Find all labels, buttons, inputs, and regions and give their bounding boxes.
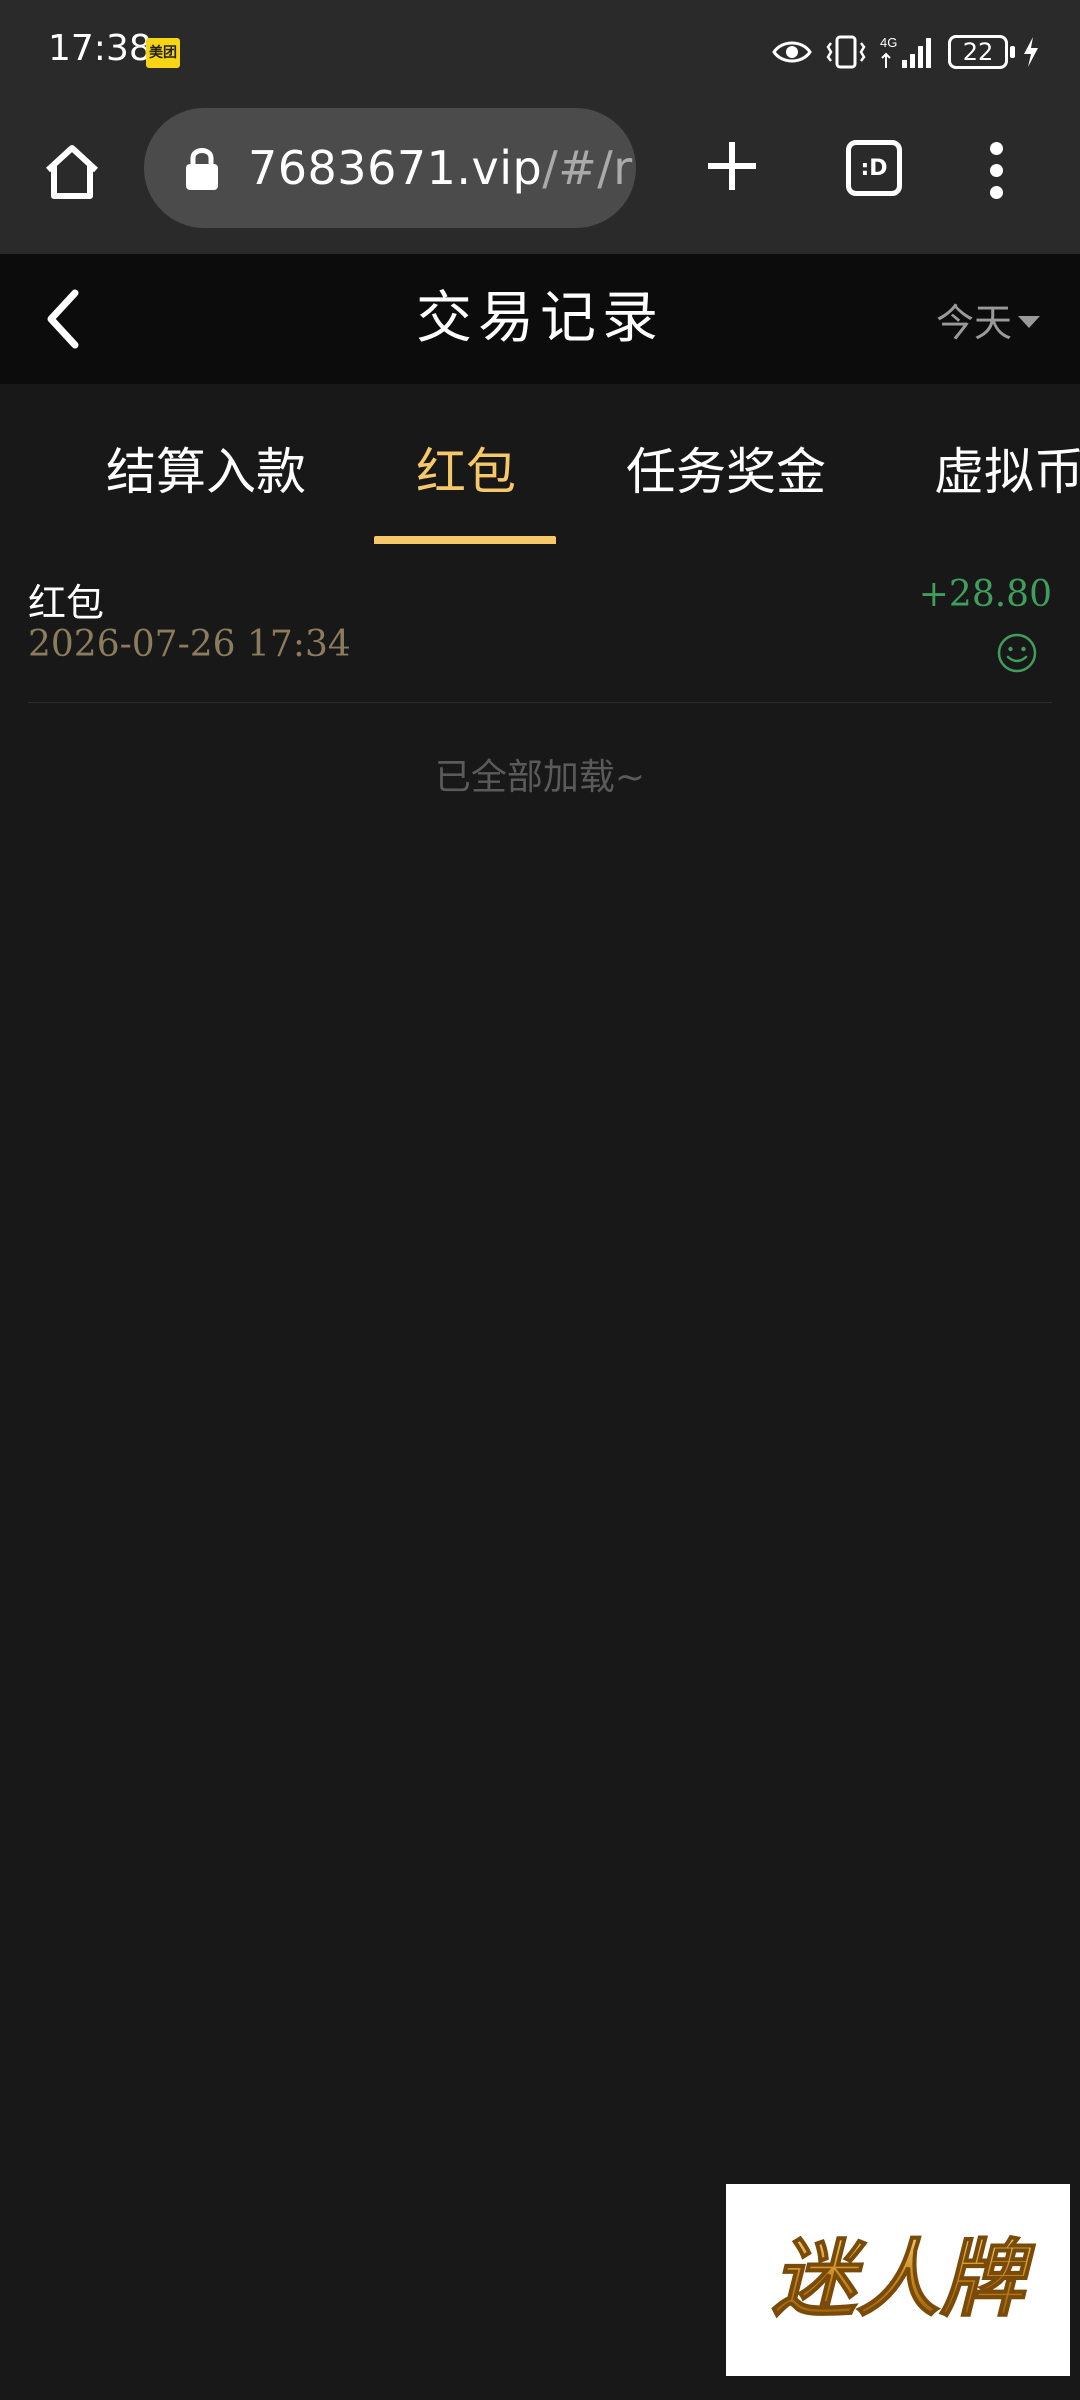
lock-icon xyxy=(186,148,218,190)
load-complete-text: 已全部加载~ xyxy=(434,757,646,798)
smile-icon xyxy=(997,633,1037,673)
watermark-logo: 迷人牌 xyxy=(726,2184,1070,2376)
url-domain: 7683671.vip xyxy=(248,141,543,195)
active-tab-indicator xyxy=(374,536,556,544)
record-amount: +28.80 xyxy=(918,574,1052,615)
status-icons: 4G 22 xyxy=(772,30,1040,74)
dot-icon xyxy=(989,163,1003,177)
status-time: 17:38 xyxy=(48,28,152,69)
record-time: 2026-07-26 17:34 xyxy=(28,624,351,665)
signal-icon: 4G xyxy=(880,34,934,70)
battery-icon: 22 xyxy=(948,35,1015,69)
url-text: 7683671.vip/#/r xyxy=(248,141,633,195)
tab-virtual-currency[interactable]: 虚拟币 xyxy=(934,432,1080,504)
meituan-notification-icon: 美团 xyxy=(146,38,180,68)
network-type-label: 4G xyxy=(880,35,897,50)
status-bar: 17:38 美团 4G 22 xyxy=(0,0,1080,104)
logo-image: 迷人牌 xyxy=(771,2229,1037,2329)
eye-icon xyxy=(772,38,812,66)
back-button[interactable] xyxy=(28,284,98,354)
dot-icon xyxy=(989,185,1003,199)
caret-down-icon xyxy=(1018,316,1040,328)
more-menu-button[interactable] xyxy=(966,134,1026,206)
page-title: 交易记录 xyxy=(416,286,664,351)
record-type-tabs: 结算入款 红包 任务奖金 虚拟币 xyxy=(0,384,1080,544)
home-button[interactable] xyxy=(36,136,108,208)
url-path: /#/r xyxy=(542,141,633,195)
vibrate-icon xyxy=(826,35,866,69)
date-filter-dropdown[interactable]: 今天 xyxy=(936,254,1040,384)
new-tab-button[interactable] xyxy=(696,130,768,202)
dot-icon xyxy=(989,141,1003,155)
tab-red-packet[interactable]: 红包 xyxy=(416,432,516,504)
tab-settlement-deposit[interactable]: 结算入款 xyxy=(106,432,306,504)
list-item[interactable]: 红包 2026-07-26 17:34 +28.80 xyxy=(28,560,1052,703)
plus-icon xyxy=(708,142,756,190)
record-title: 红包 xyxy=(28,581,105,625)
chevron-left-icon xyxy=(47,289,79,349)
page-header: 交易记录 今天 xyxy=(0,254,1080,384)
browser-toolbar: 7683671.vip/#/r :D xyxy=(0,104,1080,254)
charging-icon xyxy=(1022,36,1040,68)
tab-switcher-button[interactable]: :D xyxy=(846,140,902,196)
address-bar[interactable]: 7683671.vip/#/r xyxy=(144,108,636,228)
tab-task-bonus[interactable]: 任务奖金 xyxy=(626,432,826,504)
svg-text:迷人牌: 迷人牌 xyxy=(772,2230,1036,2328)
date-filter-label: 今天 xyxy=(935,300,1012,345)
home-icon xyxy=(45,145,99,199)
